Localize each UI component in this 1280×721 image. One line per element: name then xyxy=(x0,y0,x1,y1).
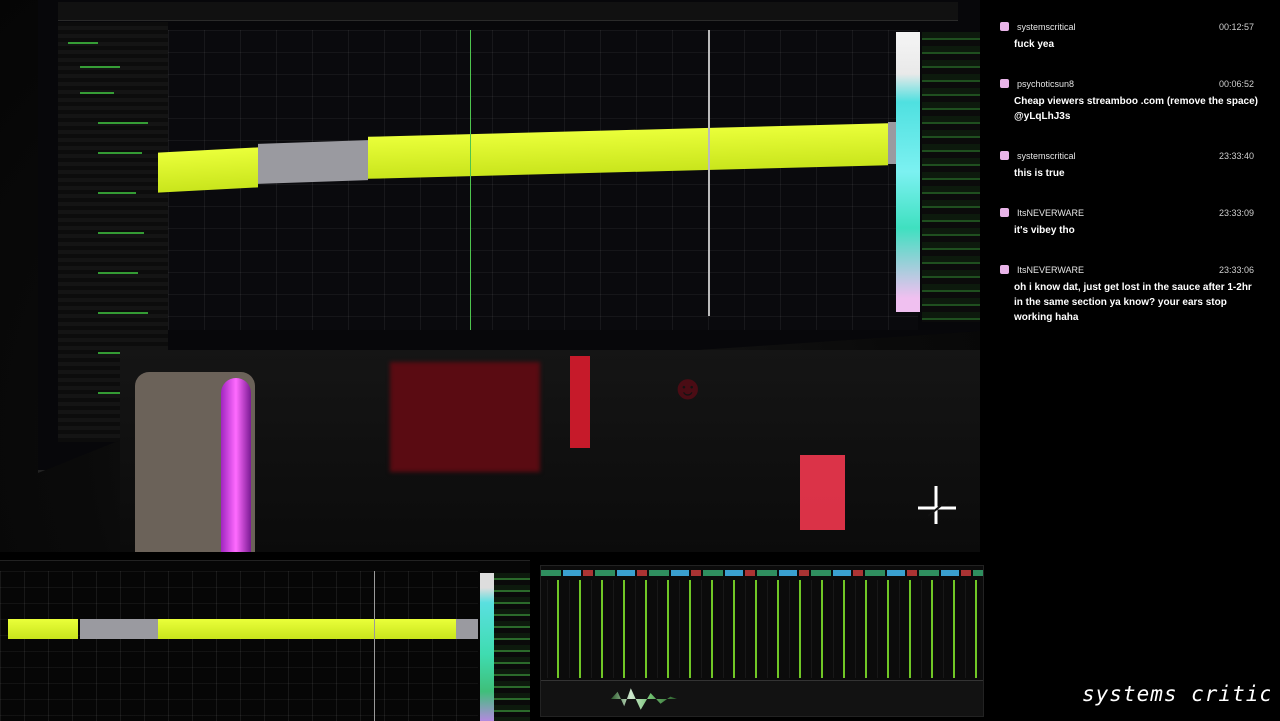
device-chain xyxy=(541,680,983,716)
mixer-channel-strips xyxy=(541,580,983,678)
chat-panel: systemscritical 00:12:57 fuck yea psycho… xyxy=(982,0,1280,560)
playhead xyxy=(708,30,710,316)
red-light-device xyxy=(800,455,845,530)
chat-username[interactable]: ItsNEVERWARE xyxy=(1017,206,1084,220)
playhead xyxy=(374,571,375,721)
red-light xyxy=(390,362,540,472)
red-light-bar xyxy=(570,356,590,448)
subscriber-badge-icon xyxy=(1000,79,1009,88)
crosshair-cursor-icon xyxy=(918,486,956,524)
chat-text: fuck yea xyxy=(1014,39,1055,50)
session-mixer-strip xyxy=(494,573,530,721)
subscriber-badge-icon xyxy=(1000,208,1009,217)
chat-username[interactable]: systemscritical xyxy=(1017,20,1076,34)
chat-text: Cheap viewers streamboo .com (remove the… xyxy=(1014,96,1258,122)
midi-clip xyxy=(158,147,258,193)
empty-clip xyxy=(258,140,368,184)
chat-text: this is true xyxy=(1014,168,1065,179)
channel-logo: systems critical xyxy=(1082,682,1270,706)
subscriber-badge-icon xyxy=(1000,22,1009,31)
chat-username[interactable]: systemscritical xyxy=(1017,149,1076,163)
subscriber-badge-icon xyxy=(1000,265,1009,274)
chat-timestamp: 23:33:06 xyxy=(1218,265,1254,275)
track-color-column xyxy=(896,32,920,312)
arrangement-grid xyxy=(0,571,478,721)
chat-username[interactable]: psychoticsun8 xyxy=(1017,77,1074,91)
chat-message: systemscritical 23:33:40 this is true xyxy=(1000,149,1262,181)
chat-message: ItsNEVERWARE 23:33:09 it's vibey tho xyxy=(1000,206,1262,238)
arrangement-capture-panel xyxy=(0,560,530,721)
chat-message: ItsNEVERWARE 23:33:06 oh i know dat, jus… xyxy=(1000,263,1262,325)
mau5-logo: ☻ xyxy=(670,369,706,407)
track-headers xyxy=(541,570,983,576)
empty-clip xyxy=(456,619,478,639)
midi-clip xyxy=(368,123,888,179)
subscriber-badge-icon xyxy=(1000,151,1009,160)
mixer-capture-panel xyxy=(540,565,984,717)
lamp xyxy=(135,372,255,552)
chat-timestamp: 23:33:40 xyxy=(1218,151,1254,161)
midi-clip xyxy=(158,619,456,639)
loop-marker xyxy=(470,30,471,330)
waveform-display xyxy=(611,688,677,710)
chat-timestamp: 23:33:09 xyxy=(1218,208,1254,218)
daw-arrangement-view xyxy=(158,30,918,330)
webcam-feed: ☻ xyxy=(0,0,980,552)
chat-timestamp: 00:06:52 xyxy=(1218,79,1254,89)
chat-username[interactable]: ItsNEVERWARE xyxy=(1017,263,1084,277)
chat-timestamp: 00:12:57 xyxy=(1218,22,1254,32)
chat-message: psychoticsun8 00:06:52 Cheap viewers str… xyxy=(1000,77,1262,124)
chat-text: it's vibey tho xyxy=(1014,225,1075,236)
daw-topbar xyxy=(58,2,958,21)
track-color-column xyxy=(480,573,494,721)
midi-clip xyxy=(8,619,78,639)
empty-clip xyxy=(80,619,158,639)
chat-message: systemscritical 00:12:57 fuck yea xyxy=(1000,20,1262,52)
session-mixer-strip xyxy=(922,32,980,322)
chat-text: oh i know dat, just get lost in the sauc… xyxy=(1014,282,1252,323)
